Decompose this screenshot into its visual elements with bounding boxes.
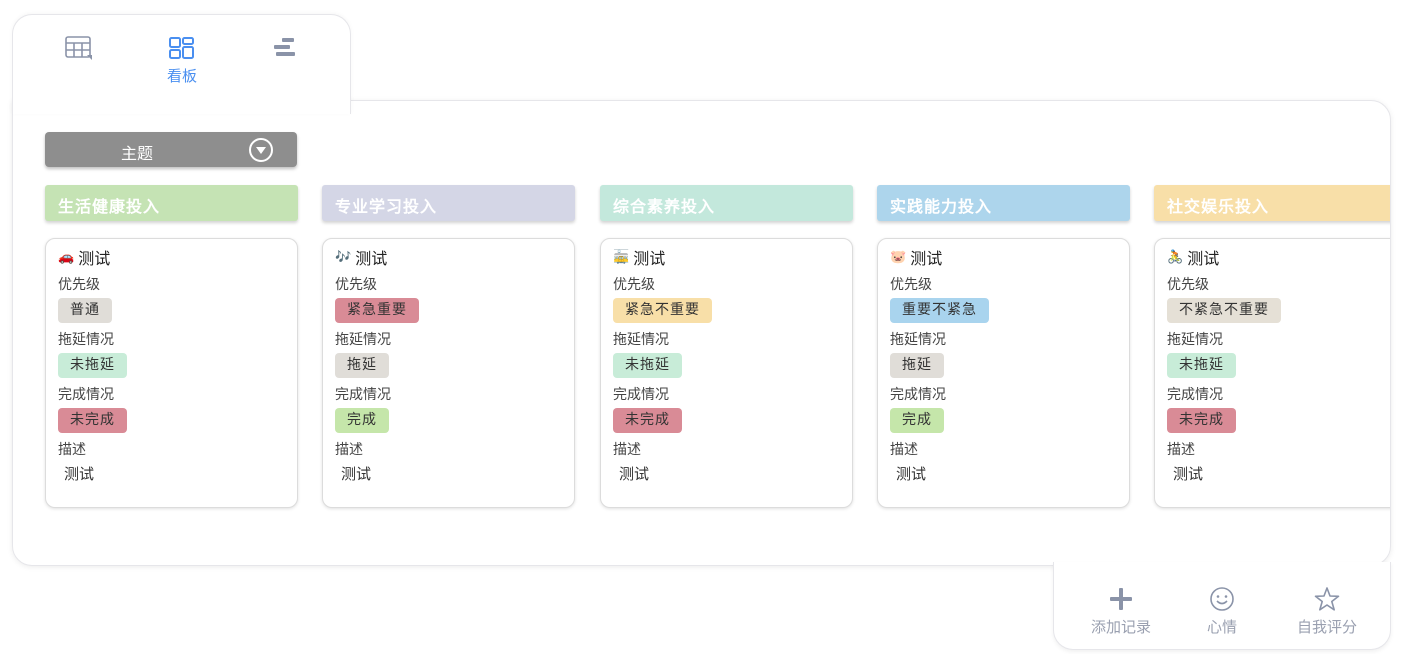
card-title-text: 测试 [633, 249, 666, 268]
record-card[interactable]: 🎶 测试 优先级 紧急重要 拖延情况 拖延 完成情况 完成 描述 测试 [322, 238, 575, 508]
priority-tag: 不紧急不重要 [1167, 298, 1281, 323]
card-title: 🚋 测试 [613, 246, 840, 268]
complete-tag: 未完成 [1167, 408, 1236, 433]
mood-button[interactable]: 心情 [1198, 586, 1246, 637]
bottom-toolbar: 添加记录 心情 自我评分 [1053, 562, 1391, 650]
card-title-text: 测试 [910, 249, 943, 268]
plus-icon [1110, 588, 1132, 610]
delay-tag: 未拖延 [613, 353, 682, 378]
priority-label: 优先级 [1167, 277, 1209, 293]
priority-tag: 重要不紧急 [890, 298, 989, 323]
column-header[interactable]: 生活健康投入 [45, 185, 298, 221]
complete-label: 完成情况 [58, 387, 114, 403]
bicycle-icon: 🚴 [1167, 249, 1184, 265]
kanban-column: 综合素养投入 🚋 测试 优先级 紧急不重要 拖延情况 未拖延 完成情况 未完成 … [600, 185, 853, 508]
delay-label: 拖延情况 [58, 332, 114, 348]
pig-icon: 🐷 [890, 249, 907, 265]
kanban-column: 实践能力投入 🐷 测试 优先级 重要不紧急 拖延情况 拖延 完成情况 完成 描述… [877, 185, 1130, 508]
kanban-column: 社交娱乐投入 🚴 测试 优先级 不紧急不重要 拖延情况 未拖延 完成情况 未完成… [1154, 185, 1390, 508]
star-icon [1314, 587, 1340, 611]
column-header[interactable]: 实践能力投入 [877, 185, 1130, 221]
desc-value: 测试 [64, 465, 95, 483]
tab-table[interactable] [49, 35, 109, 61]
delay-tag: 未拖延 [1167, 353, 1236, 378]
tram-icon: 🚋 [613, 249, 630, 265]
complete-tag: 未完成 [613, 408, 682, 433]
priority-tag: 普通 [58, 298, 112, 323]
priority-label: 优先级 [58, 277, 100, 293]
complete-label: 完成情况 [335, 387, 391, 403]
priority-label: 优先级 [890, 277, 932, 293]
card-title-text: 测试 [78, 249, 111, 268]
tab-gantt[interactable] [254, 35, 314, 61]
add-record-button[interactable]: 添加记录 [1084, 586, 1158, 637]
column-header[interactable]: 综合素养投入 [600, 185, 853, 221]
complete-label: 完成情况 [890, 387, 946, 403]
card-title: 🚴 测试 [1167, 246, 1390, 268]
desc-value: 测试 [341, 465, 372, 483]
delay-tag: 拖延 [335, 353, 389, 378]
delay-tag: 拖延 [890, 353, 944, 378]
complete-label: 完成情况 [613, 387, 669, 403]
smile-icon [1210, 587, 1234, 611]
car-icon: 🚗 [58, 249, 75, 265]
kanban-board: 主题 生活健康投入 🚗 测试 优先级 普通 拖延情况 未拖延 完成情况 未完成 … [12, 100, 1391, 566]
self-rating-button[interactable]: 自我评分 [1290, 586, 1364, 637]
table-icon [65, 36, 92, 60]
record-card[interactable]: 🚴 测试 优先级 不紧急不重要 拖延情况 未拖延 完成情况 未完成 描述 测试 [1154, 238, 1390, 508]
delay-label: 拖延情况 [335, 332, 391, 348]
column-header[interactable]: 专业学习投入 [322, 185, 575, 221]
tab-kanban[interactable]: 看板 [152, 35, 212, 86]
self-rating-label: 自我评分 [1296, 618, 1357, 636]
desc-label: 描述 [1167, 442, 1195, 458]
desc-value: 测试 [896, 465, 927, 483]
desc-label: 描述 [890, 442, 918, 458]
complete-tag: 完成 [335, 408, 389, 433]
delay-tag: 未拖延 [58, 353, 127, 378]
card-title-text: 测试 [355, 249, 388, 268]
add-record-label: 添加记录 [1090, 618, 1151, 636]
desc-value: 测试 [1173, 465, 1204, 483]
card-title-text: 测试 [1187, 249, 1220, 268]
group-by-label: 主题 [121, 144, 154, 163]
record-card[interactable]: 🐷 测试 优先级 重要不紧急 拖延情况 拖延 完成情况 完成 描述 测试 [877, 238, 1130, 508]
delay-label: 拖延情况 [890, 332, 946, 348]
delay-label: 拖延情况 [1167, 332, 1223, 348]
dropdown-arrow-icon [249, 138, 273, 162]
desc-label: 描述 [58, 442, 86, 458]
card-title: 🐷 测试 [890, 246, 1117, 268]
desc-value: 测试 [619, 465, 650, 483]
complete-label: 完成情况 [1167, 387, 1223, 403]
column-header[interactable]: 社交娱乐投入 [1154, 185, 1390, 221]
tab-kanban-label: 看板 [166, 67, 197, 85]
desc-label: 描述 [613, 442, 641, 458]
complete-tag: 完成 [890, 408, 944, 433]
priority-tag: 紧急重要 [335, 298, 419, 323]
group-by-select[interactable]: 主题 [45, 132, 297, 167]
gantt-icon [274, 38, 295, 56]
tab-joint [13, 98, 350, 104]
mood-label: 心情 [1206, 618, 1237, 636]
record-card[interactable]: 🚋 测试 优先级 紧急不重要 拖延情况 未拖延 完成情况 未完成 描述 测试 [600, 238, 853, 508]
music-icon: 🎶 [335, 249, 352, 265]
priority-label: 优先级 [335, 277, 377, 293]
priority-label: 优先级 [613, 277, 655, 293]
delay-label: 拖延情况 [613, 332, 669, 348]
kanban-icon [169, 37, 194, 59]
complete-tag: 未完成 [58, 408, 127, 433]
card-title: 🚗 测试 [58, 246, 285, 268]
priority-tag: 紧急不重要 [613, 298, 712, 323]
record-card[interactable]: 🚗 测试 优先级 普通 拖延情况 未拖延 完成情况 未完成 描述 测试 [45, 238, 298, 508]
desc-label: 描述 [335, 442, 363, 458]
card-title: 🎶 测试 [335, 246, 562, 268]
kanban-column: 生活健康投入 🚗 测试 优先级 普通 拖延情况 未拖延 完成情况 未完成 描述 … [45, 185, 298, 508]
kanban-column: 专业学习投入 🎶 测试 优先级 紧急重要 拖延情况 拖延 完成情况 完成 描述 … [322, 185, 575, 508]
